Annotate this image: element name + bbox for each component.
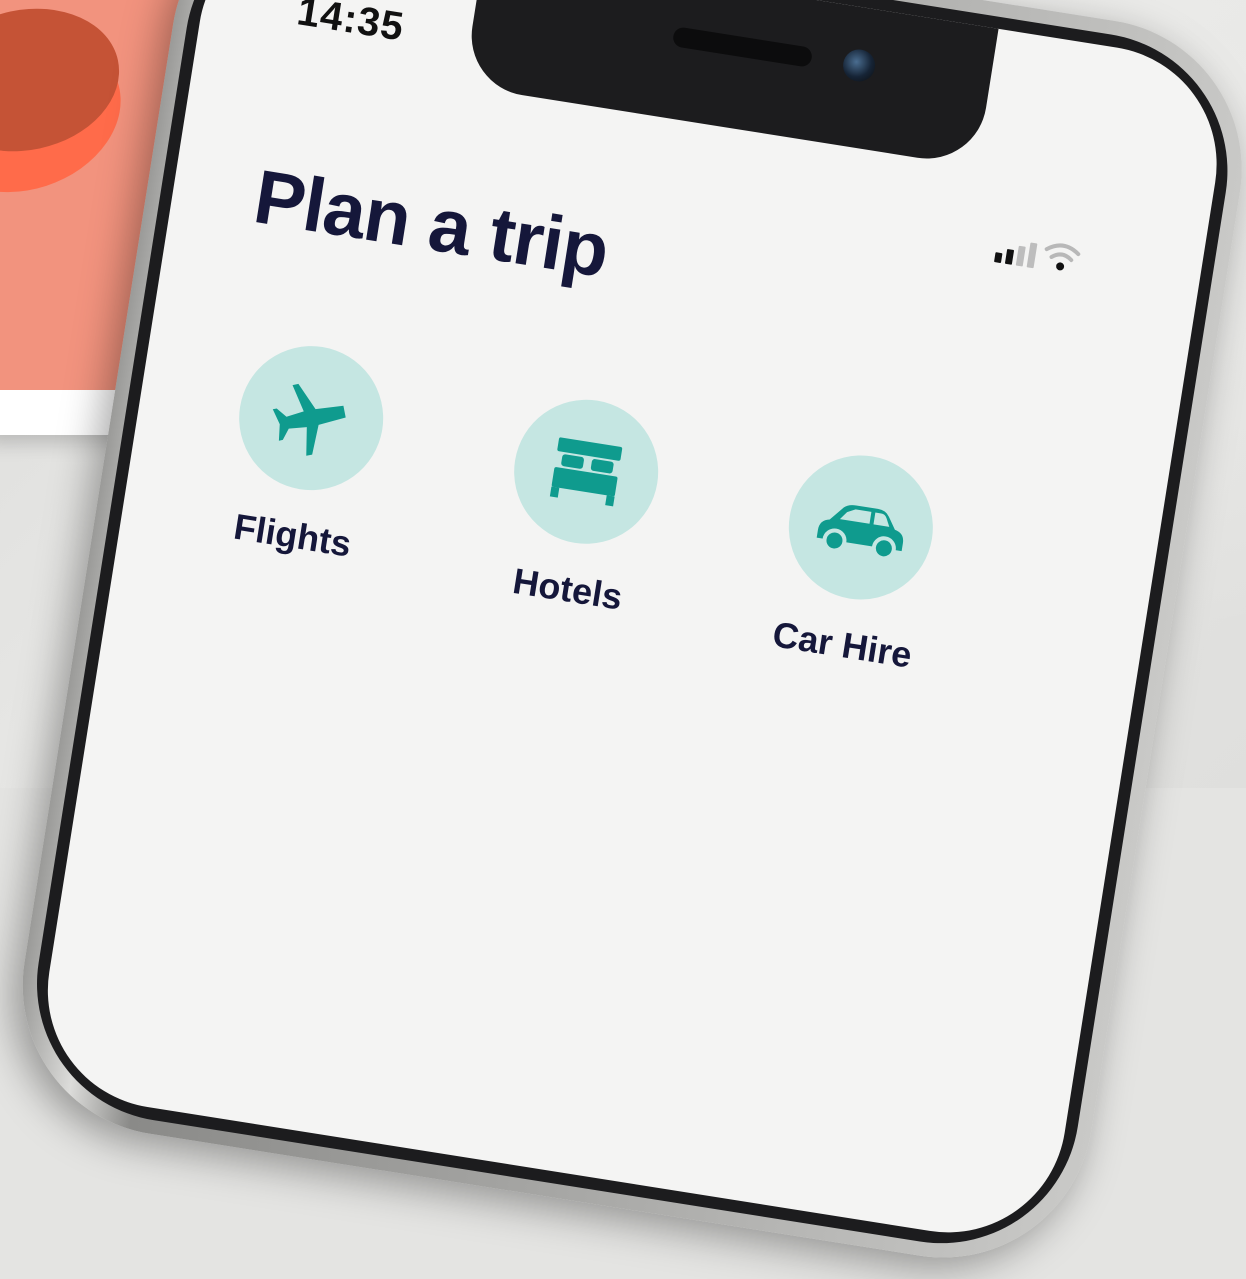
airplane-icon xyxy=(272,383,346,456)
car-icon xyxy=(816,505,904,561)
trip-services: Flights Hotels Car Hire xyxy=(193,334,994,769)
wifi-icon xyxy=(1044,243,1081,271)
cellular-signal-icon xyxy=(994,237,1038,269)
car-hire-button[interactable]: Car Hire xyxy=(760,444,951,678)
smartphone-device: 14:35 Plan a trip Flights Hotels Car Hir… xyxy=(1,0,1246,1279)
flights-button[interactable]: Flights xyxy=(210,334,401,568)
flights-label: Flights xyxy=(231,505,355,565)
earpiece-speaker xyxy=(671,26,814,68)
hotels-icon-circle xyxy=(503,389,669,555)
car-hire-label: Car Hire xyxy=(769,613,915,676)
page-title: Plan a trip xyxy=(248,154,614,294)
phone-notch xyxy=(463,0,1001,168)
phone-screen: 14:35 Plan a trip Flights Hotels Car Hir… xyxy=(30,0,1234,1250)
hotels-label: Hotels xyxy=(510,559,626,618)
bed-icon xyxy=(549,437,623,507)
status-bar-time: 14:35 xyxy=(294,0,408,50)
hotels-button[interactable]: Hotels xyxy=(485,388,676,622)
front-camera xyxy=(840,47,878,84)
car-hire-icon-circle xyxy=(778,445,944,610)
flights-icon-circle xyxy=(228,335,394,501)
